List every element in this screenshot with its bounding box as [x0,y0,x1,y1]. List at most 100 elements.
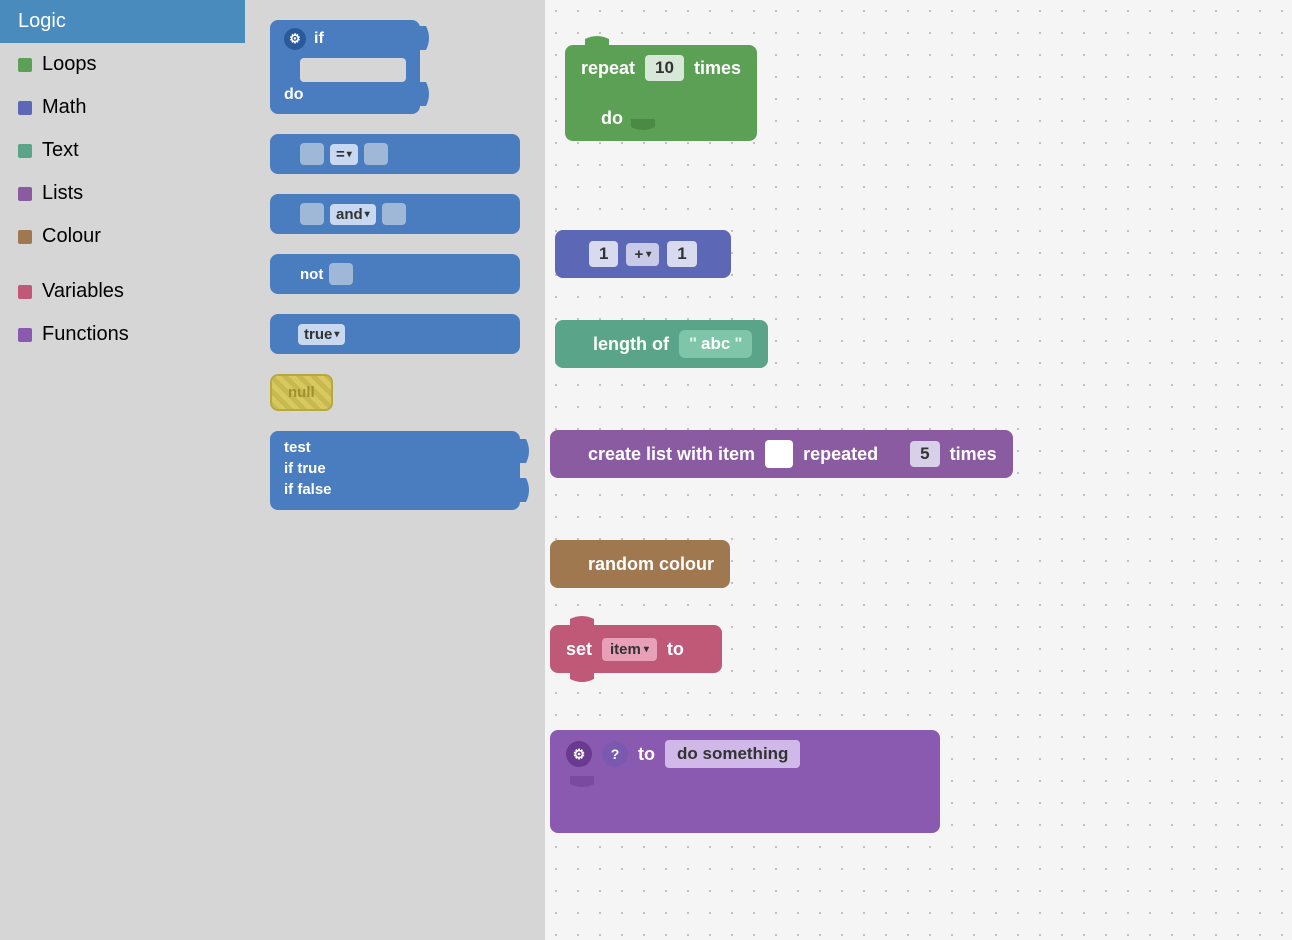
not-label: not [300,266,323,283]
left-notch2-icon [282,202,294,226]
do-label-canvas: do [601,108,623,129]
list-mid-notch-icon [888,440,900,468]
left-notch4-icon [282,322,294,346]
sidebar-item-text[interactable]: Text [0,129,245,172]
length-of-label: length of [593,334,669,355]
to-label: to [667,639,684,660]
functions-color-dot [18,328,32,342]
equals-op-label: = [336,146,345,163]
func-name-input[interactable]: do something [665,740,800,768]
equals-block-palette[interactable]: = ▾ [270,134,520,174]
math-block-canvas[interactable]: 1 + ▾ 1 [555,230,731,278]
math-val2-input[interactable]: 1 [667,241,696,267]
sidebar-item-colour[interactable]: Colour [0,215,245,258]
variables-color-dot [18,285,32,299]
sidebar-item-math[interactable]: Math [0,86,245,129]
list-item-slot [765,440,793,468]
and-dropdown[interactable]: and ▾ [330,204,376,225]
math-color-dot [18,101,32,115]
func-question-icon: ? [602,741,628,767]
dropdown-arrow3-icon: ▾ [334,329,339,340]
inner-notch-icon [631,119,655,133]
repeat-block-canvas[interactable]: repeat 10 times do [565,45,757,141]
true-block-palette[interactable]: true ▾ [270,314,520,354]
slot-right-and [382,203,406,225]
right-notch-icon [394,142,406,166]
sidebar-item-variables[interactable]: Variables [0,270,245,313]
and-block-palette[interactable]: and ▾ [270,194,520,234]
right-notch3-icon [359,262,371,286]
math-val1-input[interactable]: 1 [589,241,618,267]
block-palette: ⚙ if do = ▾ and ▾ not [245,0,545,940]
equals-dropdown[interactable]: = ▾ [330,144,358,165]
colour-color-dot [18,230,32,244]
right-notch6-icon [518,478,530,502]
true-label: true [304,326,332,343]
sidebar-item-loops[interactable]: Loops [0,43,245,86]
sidebar-item-label: Functions [42,323,129,346]
math-left-notch-icon [569,240,581,268]
text-length-block-canvas[interactable]: length of " abc " [555,320,768,368]
colour-block-canvas[interactable]: random colour [550,540,730,588]
list-create-block-canvas[interactable]: create list with item repeated 5 times [550,430,1013,478]
if-block-palette[interactable]: ⚙ if do [270,20,420,114]
loops-color-dot [18,58,32,72]
var-bottom-notch-icon [570,671,594,685]
sidebar-item-label: Logic [18,10,66,33]
close-quote-icon: " [734,334,742,354]
repeated-label: repeated [803,444,878,465]
top-notch-icon [585,33,609,47]
sidebar-item-label: Variables [42,280,124,303]
func-gear-icon: ⚙ [566,741,592,767]
repeat-value-input[interactable]: 10 [645,55,684,81]
left-notch-icon [282,142,294,166]
and-op-label: and [336,206,363,223]
colour-left-notch-icon [566,550,578,578]
right-notch2-icon [418,82,432,106]
right-notch2-icon [412,202,424,226]
sidebar-item-label: Loops [42,53,97,76]
math-right-notch-icon [705,240,717,268]
list-value-input[interactable]: 5 [910,441,939,467]
open-quote-icon: " [689,334,697,354]
sidebar-item-label: Text [42,139,79,162]
set-label: set [566,639,592,660]
math-dropdown-arrow-icon: ▾ [646,249,651,260]
text-color-dot [18,144,32,158]
sidebar-item-logic[interactable]: Logic [0,0,245,43]
null-block-palette[interactable]: null [270,374,520,411]
times-label2: times [950,444,997,465]
repeat-label: repeat [581,58,635,79]
do-label: do [284,86,304,103]
random-colour-label: random colour [588,554,714,575]
var-dropdown-arrow-icon: ▾ [644,644,649,655]
right-notch4-icon [349,322,361,346]
slot-left [300,143,324,165]
if-label: if [314,30,324,48]
ternary-iftrue-label: if true [284,460,506,477]
function-def-block-canvas[interactable]: ⚙ ? to do something [550,730,940,833]
sidebar-item-label: Lists [42,182,83,205]
sidebar-divider [0,258,245,270]
variable-set-block-canvas[interactable]: set item ▾ to [550,625,722,673]
times-label: times [694,58,741,79]
text-left-notch-icon [571,330,583,358]
sidebar-item-label: Colour [42,225,101,248]
func-inner-notch-icon [570,776,594,790]
math-op-dropdown[interactable]: + ▾ [626,243,659,266]
slot-left-and [300,203,324,225]
var-right-notch-icon [694,635,706,663]
var-name-dropdown[interactable]: item ▾ [602,638,657,661]
not-block-palette[interactable]: not [270,254,520,294]
lists-color-dot [18,187,32,201]
slot-right [364,143,388,165]
create-list-label: create list with item [588,444,755,465]
gear-icon: ⚙ [284,28,306,50]
left-notch3-icon [282,262,294,286]
ternary-iffalse-label: if false [284,481,506,498]
sidebar-item-functions[interactable]: Functions [0,313,245,356]
true-dropdown[interactable]: true ▾ [298,324,345,345]
ternary-block-palette[interactable]: test if true if false [270,431,520,510]
sidebar-item-lists[interactable]: Lists [0,172,245,215]
text-quoted-block[interactable]: " abc " [679,330,752,358]
